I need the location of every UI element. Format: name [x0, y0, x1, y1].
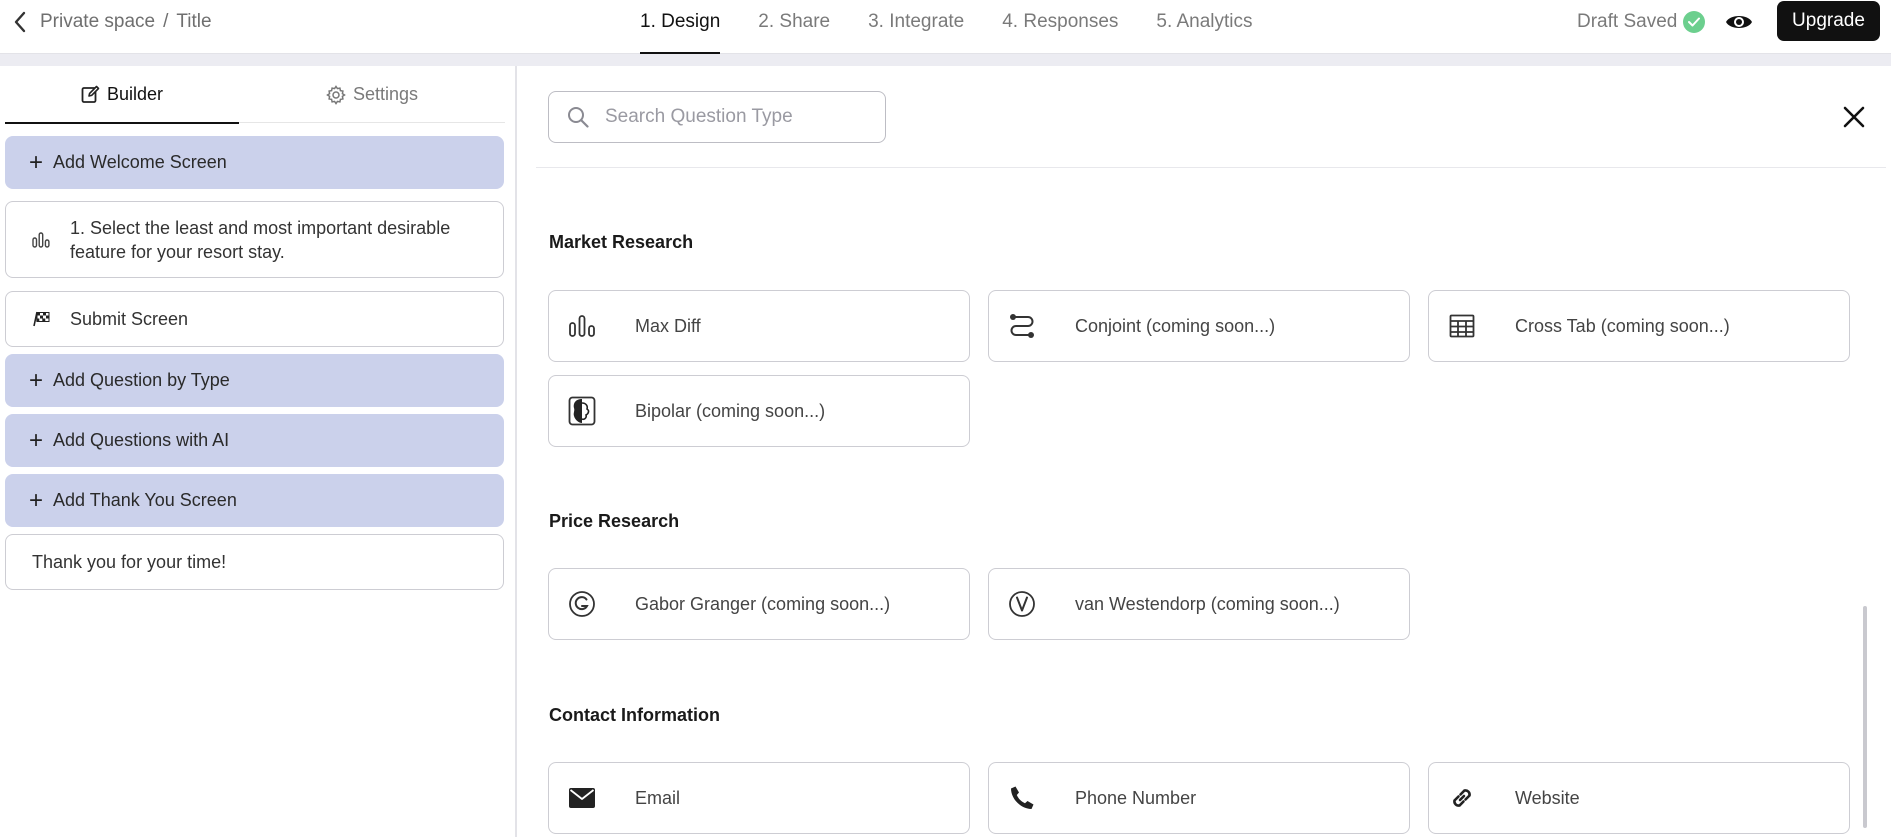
tab-integrate[interactable]: 3. Integrate — [868, 0, 964, 54]
phone-icon — [1007, 783, 1037, 813]
add-thank-you-screen-button[interactable]: + Add Thank You Screen — [5, 474, 504, 527]
conjoint-icon — [1007, 311, 1037, 341]
section-title-price-research: Price Research — [549, 511, 680, 531]
chevron-left-icon — [14, 11, 26, 33]
upgrade-button[interactable]: Upgrade — [1777, 1, 1880, 41]
top-bar: Private space / Title 1. Design 2. Share… — [0, 0, 1891, 54]
table-icon — [1447, 311, 1477, 341]
section-title-market-research: Market Research — [549, 232, 694, 252]
question-type-bipolar-label: Bipolar (coming soon...) — [635, 400, 826, 421]
bipolar-icon — [567, 396, 597, 426]
draft-status-text: Draft Saved — [1577, 11, 1678, 32]
max-diff-icon — [567, 311, 597, 341]
question-type-max-diff-label: Max Diff — [635, 315, 701, 336]
question-type-conjoint-label: Conjoint (coming soon...) — [1075, 315, 1276, 336]
question-type-conjoint[interactable]: Conjoint (coming soon...) — [988, 290, 1410, 362]
thank-you-screen-label: Thank you for your time! — [32, 551, 227, 572]
question-type-gabor-granger[interactable]: Gabor Granger (coming soon...) — [548, 568, 970, 640]
plus-icon: + — [29, 486, 44, 514]
gear-icon — [326, 84, 346, 105]
gabor-granger-icon — [567, 589, 597, 619]
email-icon — [567, 783, 597, 813]
close-button[interactable] — [1839, 102, 1869, 132]
tab-settings-label: Settings — [352, 84, 419, 104]
tab-builder[interactable]: Builder — [5, 66, 239, 124]
section-title-contact-information: Contact Information — [549, 705, 720, 725]
builder-tabs: Builder Settings — [5, 66, 505, 124]
close-icon — [1843, 106, 1865, 128]
link-icon — [1447, 783, 1477, 813]
question-type-website-label: Website — [1515, 787, 1580, 808]
scrollbar[interactable] — [1863, 606, 1867, 828]
question-type-phone-number-label: Phone Number — [1075, 787, 1197, 808]
breadcrumb-separator: / — [163, 11, 169, 32]
tab-share[interactable]: 2. Share — [758, 0, 830, 54]
search-input[interactable] — [605, 106, 875, 128]
question-type-website[interactable]: Website — [1428, 762, 1850, 834]
plus-icon: + — [29, 148, 44, 176]
tab-analytics[interactable]: 5. Analytics — [1156, 0, 1252, 54]
add-question-by-type-button[interactable]: + Add Question by Type — [5, 354, 504, 407]
tab-builder-label: Builder — [106, 84, 164, 104]
draft-status: Draft Saved — [1577, 11, 1706, 33]
van-westendorp-icon — [1007, 589, 1037, 619]
checkered-flag-icon — [30, 311, 52, 327]
thank-you-screen-item[interactable]: Thank you for your time! — [5, 534, 504, 590]
question-type-gabor-granger-label: Gabor Granger (coming soon...) — [635, 593, 891, 614]
question-item-1-label: 1. Select the least and most important d… — [70, 217, 451, 262]
back-button[interactable] — [6, 8, 34, 36]
question-type-email-label: Email — [635, 787, 681, 808]
add-question-by-type-label: Add Question by Type — [53, 370, 230, 390]
question-type-phone-number[interactable]: Phone Number — [988, 762, 1410, 834]
question-type-max-diff[interactable]: Max Diff — [548, 290, 970, 362]
builder-panel: Builder Settings + Add Welcome Screen 1.… — [0, 66, 517, 837]
add-questions-with-ai-label: Add Questions with AI — [53, 430, 230, 450]
question-type-picker: Market Research Max Diff Conjoint (comin… — [519, 66, 1891, 837]
top-bar-strip — [0, 54, 1891, 66]
submit-screen-item[interactable]: Submit Screen — [5, 291, 504, 347]
tab-design[interactable]: 1. Design — [640, 0, 721, 54]
check-circle-icon — [1683, 11, 1706, 33]
plus-icon: + — [29, 366, 44, 394]
plus-icon: + — [29, 426, 44, 454]
question-type-cross-tab-label: Cross Tab (coming soon...) — [1515, 315, 1730, 336]
question-item-1[interactable]: 1. Select the least and most important d… — [5, 201, 504, 278]
eye-icon — [1726, 16, 1752, 28]
add-welcome-screen-label: Add Welcome Screen — [53, 152, 227, 172]
search-icon — [568, 107, 589, 128]
question-type-van-westendorp-label: van Westendorp (coming soon...) — [1075, 593, 1340, 614]
edit-icon — [81, 85, 100, 103]
breadcrumb-private-space[interactable]: Private space — [40, 11, 155, 33]
question-type-email[interactable]: Email — [548, 762, 970, 834]
add-thank-you-screen-label: Add Thank You Screen — [53, 490, 237, 510]
preview-button[interactable] — [1724, 8, 1754, 36]
submit-screen-label: Submit Screen — [70, 308, 189, 329]
question-type-van-westendorp[interactable]: van Westendorp (coming soon...) — [988, 568, 1410, 640]
add-welcome-screen-button[interactable]: + Add Welcome Screen — [5, 136, 504, 189]
search-box — [548, 91, 886, 143]
add-questions-with-ai-button[interactable]: + Add Questions with AI — [5, 414, 504, 467]
question-type-bipolar[interactable]: Bipolar (coming soon...) — [548, 375, 970, 447]
step-tabs: 1. Design 2. Share 3. Integrate 4. Respo… — [640, 0, 1291, 54]
bar-chart-icon — [30, 231, 52, 248]
divider — [536, 167, 1886, 168]
tab-responses[interactable]: 4. Responses — [1002, 0, 1118, 54]
tab-settings[interactable]: Settings — [239, 66, 505, 123]
question-type-cross-tab[interactable]: Cross Tab (coming soon...) — [1428, 290, 1850, 362]
breadcrumb-title[interactable]: Title — [176, 11, 211, 33]
breadcrumb: Private space / Title — [40, 11, 212, 33]
